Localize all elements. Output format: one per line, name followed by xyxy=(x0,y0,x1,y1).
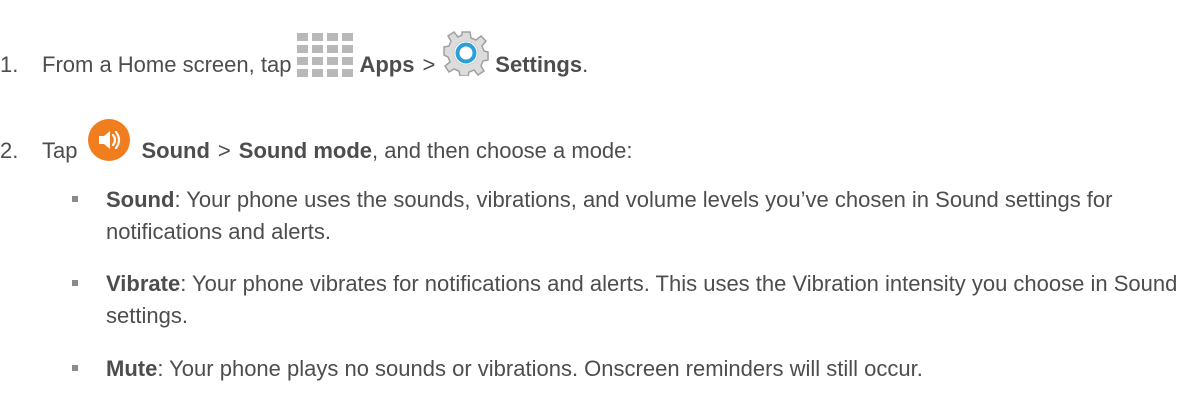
mode-term: Mute xyxy=(106,356,158,381)
mode-text: Vibrate: Your phone vibrates for notific… xyxy=(106,268,1192,332)
step-number: 1. xyxy=(0,52,19,77)
mode-text: Sound: Your phone uses the sounds, vibra… xyxy=(106,184,1192,248)
mode-item-sound: Sound: Your phone uses the sounds, vibra… xyxy=(72,184,1192,248)
step-text-after: , and then choose a mode: xyxy=(372,138,633,163)
step-number: 2. xyxy=(0,138,19,163)
mode-description: : Your phone plays no sounds or vibratio… xyxy=(157,356,923,381)
mode-term: Vibrate xyxy=(106,271,181,296)
mode-term: Sound xyxy=(106,187,175,212)
apps-label: Apps xyxy=(359,52,415,77)
step-end: . xyxy=(582,52,589,77)
mode-item-vibrate: Vibrate: Your phone vibrates for notific… xyxy=(72,268,1192,332)
settings-label: Settings xyxy=(495,52,583,77)
sound-label: Sound xyxy=(141,138,210,163)
separator: > xyxy=(217,138,231,163)
bullet-marker xyxy=(72,365,78,371)
mode-text: Mute: Your phone plays no sounds or vibr… xyxy=(106,353,1192,385)
mode-item-mute: Mute: Your phone plays no sounds or vibr… xyxy=(72,353,1192,385)
bullet-marker xyxy=(72,196,78,202)
bullet-marker xyxy=(72,280,78,286)
step-2: 2. Tap Sound > Sound mode , and then cho… xyxy=(0,119,633,176)
gear-icon xyxy=(443,30,490,82)
apps-grid-icon xyxy=(297,33,355,83)
speaker-icon xyxy=(87,118,131,168)
mode-description: : Your phone vibrates for notifications … xyxy=(106,271,1178,328)
sound-mode-label: Sound mode xyxy=(238,138,372,163)
step-text: Tap xyxy=(42,138,78,163)
mode-description: : Your phone uses the sounds, vibrations… xyxy=(106,187,1113,244)
step-1: 1. From a Home screen, tap Apps > Settin… xyxy=(0,30,589,90)
step-text: From a Home screen, tap xyxy=(42,52,292,77)
separator: > xyxy=(422,52,436,77)
